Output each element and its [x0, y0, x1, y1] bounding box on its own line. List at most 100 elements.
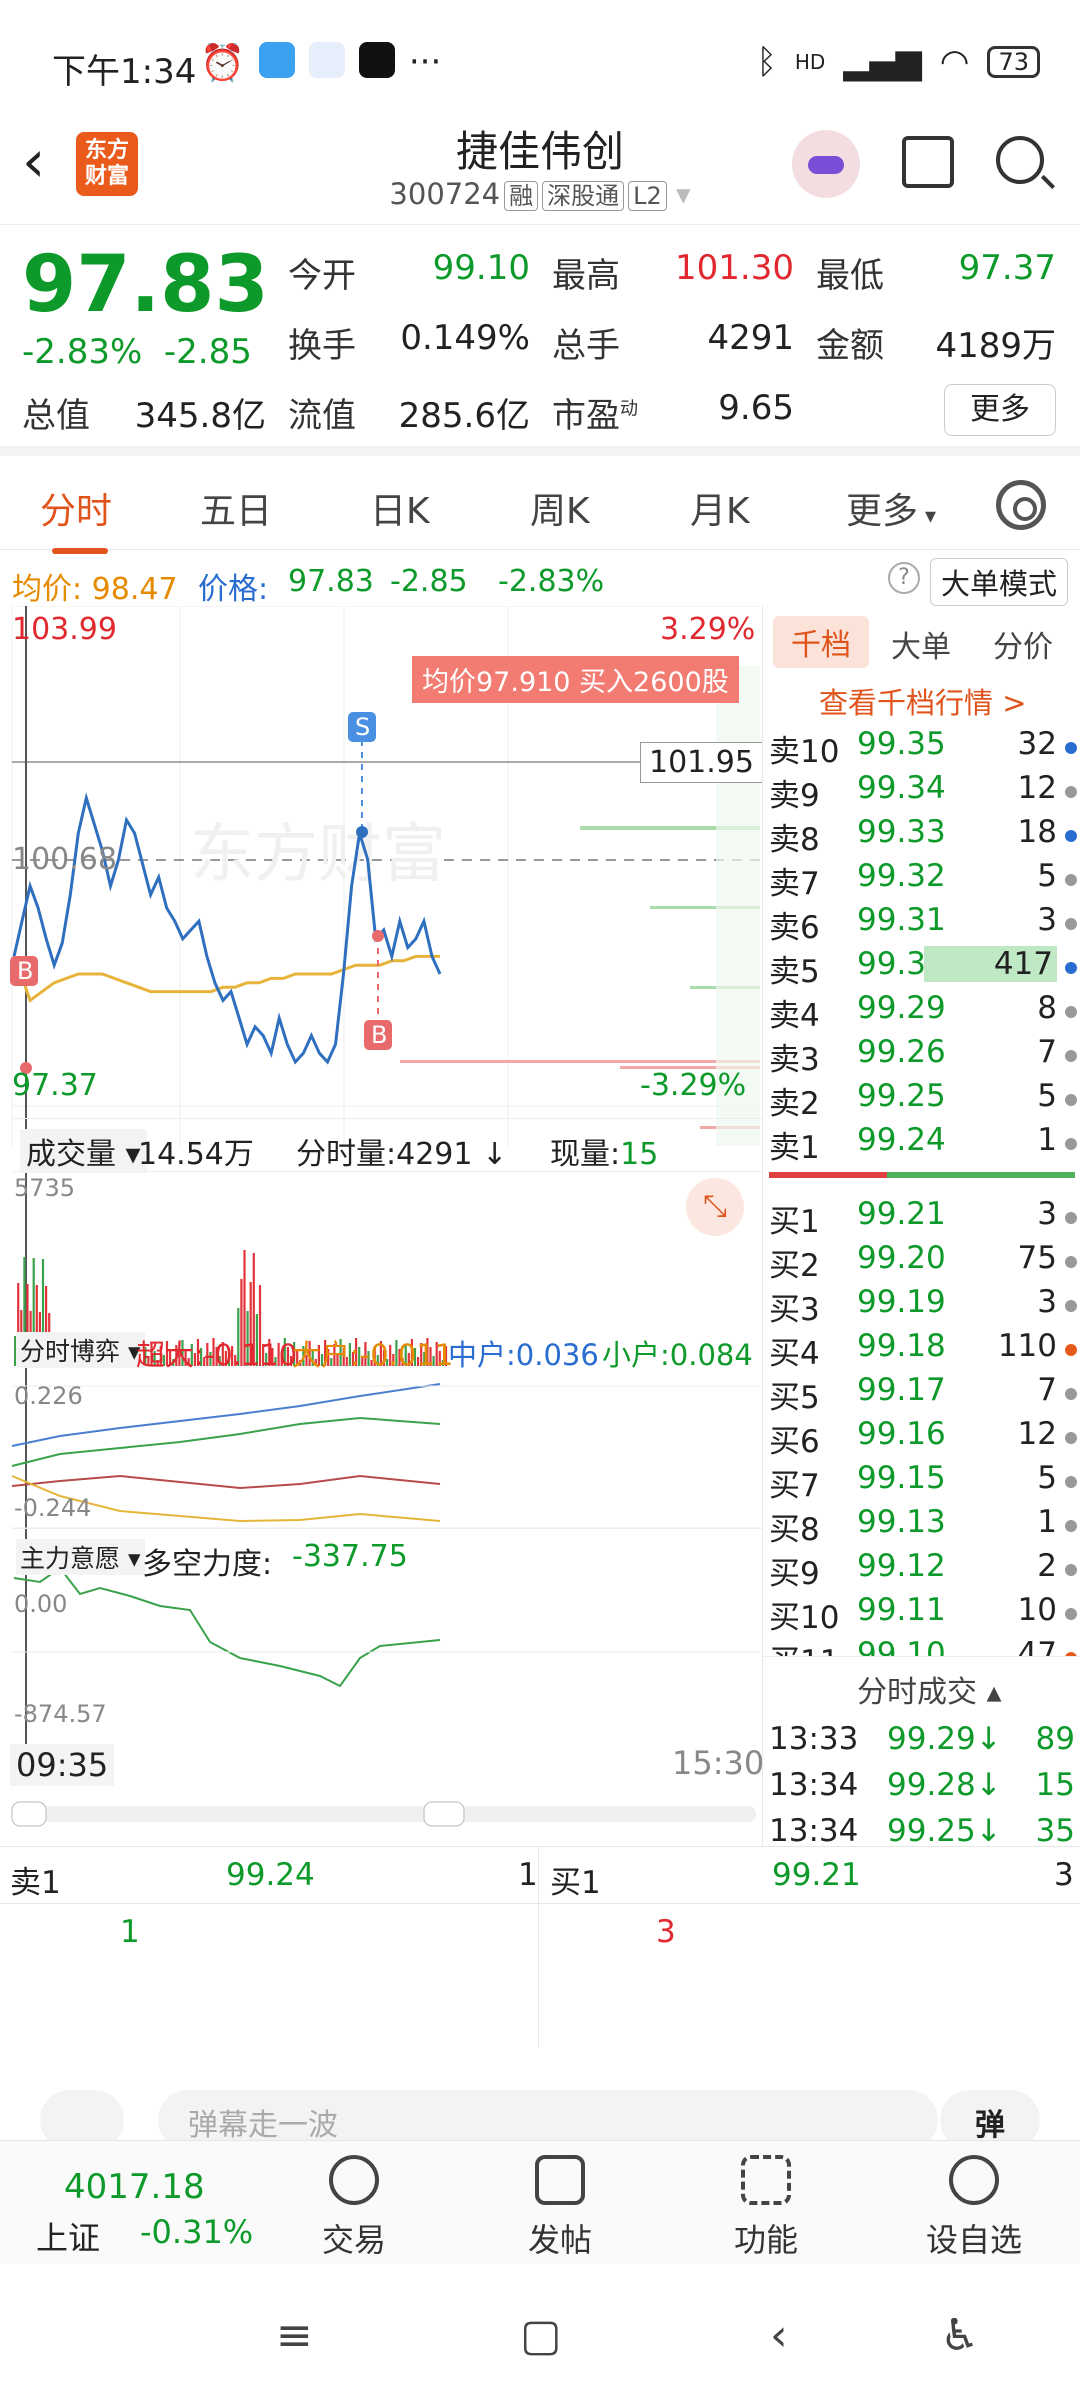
index-value: 4017.18	[64, 2167, 205, 2207]
ask-dot-icon	[1065, 962, 1077, 974]
qb-buy-vol: 3	[1054, 1857, 1074, 1893]
bid-volume: 75	[1017, 1240, 1057, 1276]
function-button[interactable]: 功能	[706, 2155, 826, 2261]
bid-price: 99.12	[857, 1548, 946, 1584]
status-time: 下午1:34	[52, 52, 197, 92]
ask-price: 99.24	[857, 1122, 946, 1158]
ask-dot-icon	[1065, 918, 1077, 930]
turnover-label: 换手	[288, 326, 356, 366]
low-label: 最低	[816, 256, 884, 296]
notification-icons: ⏰ ···	[200, 42, 441, 84]
force-ls-label: 多空力度:	[142, 1547, 273, 1582]
time-scrollbar[interactable]	[12, 1806, 756, 1822]
intraday-chart[interactable]: 东方财富 S B B 103.99 3.29% 100.68 97.37 -3.…	[0, 605, 764, 1846]
bid-volume: 1	[1037, 1504, 1057, 1540]
pe-value: 9.65	[718, 388, 794, 428]
tick-volume: 89	[1035, 1721, 1075, 1757]
more-dots-icon: ···	[408, 42, 442, 82]
bid-row: 买1 99.21 3	[769, 1196, 1079, 1240]
ai-assistant-icon[interactable]	[792, 130, 860, 198]
tab-depth[interactable]: 千档	[773, 616, 869, 668]
buy-point	[372, 930, 384, 942]
game-dropdown[interactable]: 分时博弈 ▾	[16, 1332, 145, 1368]
settings-gear-icon[interactable]	[996, 480, 1046, 530]
tab-monthly-k[interactable]: 月K	[690, 482, 750, 534]
bid-dot-icon	[1065, 1608, 1077, 1620]
grid-icon	[741, 2155, 791, 2205]
bid-row: 买8 99.13 1	[769, 1504, 1079, 1548]
bid-row: 买2 99.20 75	[769, 1240, 1079, 1284]
depth-link[interactable]: 查看千档行情 >	[819, 680, 1027, 722]
search-icon[interactable]	[996, 136, 1044, 184]
change-pct: -2.83%	[22, 332, 143, 372]
ask-volume: 8	[1037, 990, 1057, 1026]
tab-big-orders[interactable]: 大单	[891, 622, 951, 666]
post-button[interactable]: 发帖	[500, 2155, 620, 2261]
high-value: 101.30	[675, 248, 794, 288]
tab-intraday[interactable]: 分时	[40, 482, 112, 554]
ask-volume: 5	[1037, 858, 1057, 894]
tag-connect: 深股通	[542, 181, 625, 211]
qb-buy-label: 买1	[550, 1865, 601, 1901]
mktcap-label: 总值	[22, 396, 90, 436]
ask-price: 99.31	[857, 902, 946, 938]
tab-price-dist[interactable]: 分价	[993, 622, 1053, 666]
crosshair-price-label: 101.95	[640, 742, 763, 783]
index-ticker[interactable]: 4017.18 上证 -0.31%	[20, 2147, 260, 2259]
quote-summary: 97.83 -2.83% -2.85 今开 99.10 最高 101.30 最低…	[0, 226, 1080, 456]
watchlist-button[interactable]: 设自选	[914, 2155, 1034, 2261]
ask-row: 卖6 99.31 3	[769, 902, 1079, 946]
ask-label: 卖5	[769, 954, 820, 990]
game-m: 中户:0.036	[448, 1338, 599, 1372]
bid-price: 99.21	[857, 1196, 946, 1232]
chevron-down-icon[interactable]: ▾	[667, 177, 691, 211]
bid-row: 买3 99.19 3	[769, 1284, 1079, 1328]
share-icon[interactable]	[902, 136, 954, 188]
tab-five-day[interactable]: 五日	[200, 482, 272, 534]
tab-daily-k[interactable]: 日K	[370, 482, 430, 534]
game-s: 小户:0.084	[602, 1338, 753, 1372]
scroll-handle-right[interactable]	[423, 1801, 465, 1827]
tab-more[interactable]: 更多 ▾	[846, 482, 936, 534]
bid-row: 买6 99.16 12	[769, 1416, 1079, 1460]
tick-row: 13:33 99.29↓ 89	[769, 1721, 1079, 1765]
tick-price: 99.29↓	[887, 1721, 1002, 1757]
open-label: 今开	[288, 256, 356, 296]
menu-icon[interactable]: ≡	[276, 2310, 313, 2361]
scroll-handle-left[interactable]	[11, 1801, 47, 1827]
ask-row: 卖7 99.32 5	[769, 858, 1079, 902]
bid-price: 99.18	[857, 1328, 946, 1364]
signal-icon: ▂▄▆	[843, 42, 922, 82]
float-value: 285.6亿	[398, 396, 530, 436]
high-label: 最高	[552, 256, 620, 296]
tick-row: 13:34 99.28↓ 15	[769, 1767, 1079, 1811]
ask-row: 卖10 99.35 32	[769, 726, 1079, 770]
force-dropdown[interactable]: 主力意愿 ▾	[16, 1539, 145, 1575]
bid-row: 买5 99.17 7	[769, 1372, 1079, 1416]
trade-button[interactable]: 交易	[294, 2155, 414, 2261]
current-price: 97.83	[22, 240, 269, 330]
ask-label: 卖10	[769, 734, 840, 770]
volume-dropdown[interactable]: 成交量 ▾	[20, 1129, 147, 1173]
bid-volume: 10	[1017, 1592, 1057, 1628]
wifi-icon: ◠	[939, 42, 970, 82]
buy-marker-left-text: B	[17, 957, 33, 985]
back-icon[interactable]: ‹	[770, 2310, 788, 2361]
accessibility-icon[interactable]: ♿	[940, 2310, 979, 2361]
time-start: 09:35	[10, 1744, 115, 1786]
more-button[interactable]: 更多	[944, 384, 1056, 436]
watermark: 东方财富	[190, 818, 446, 890]
bid-volume: 12	[1017, 1416, 1057, 1452]
tab-weekly-k[interactable]: 周K	[530, 482, 590, 534]
home-icon[interactable]: ▢	[520, 2310, 562, 2361]
now-volume-value: 15	[620, 1137, 659, 1172]
ask-row: 卖4 99.29 8	[769, 990, 1079, 1034]
sell-marker-text: S	[355, 713, 370, 741]
now-volume-label: 现量:	[550, 1137, 621, 1172]
order-book-panel: 千档 大单 分价 查看千档行情 > 卖10 99.35 32 卖9 99.34 12 卖8 9…	[762, 606, 1080, 1849]
help-icon[interactable]: ?	[888, 562, 920, 594]
expand-icon[interactable]: ⤡	[686, 1178, 744, 1236]
ticks-label[interactable]: 分时成交 ▴	[857, 1667, 1002, 1711]
ask-volume: 18	[1017, 814, 1057, 850]
big-order-mode-button[interactable]: 大单模式	[930, 558, 1069, 606]
